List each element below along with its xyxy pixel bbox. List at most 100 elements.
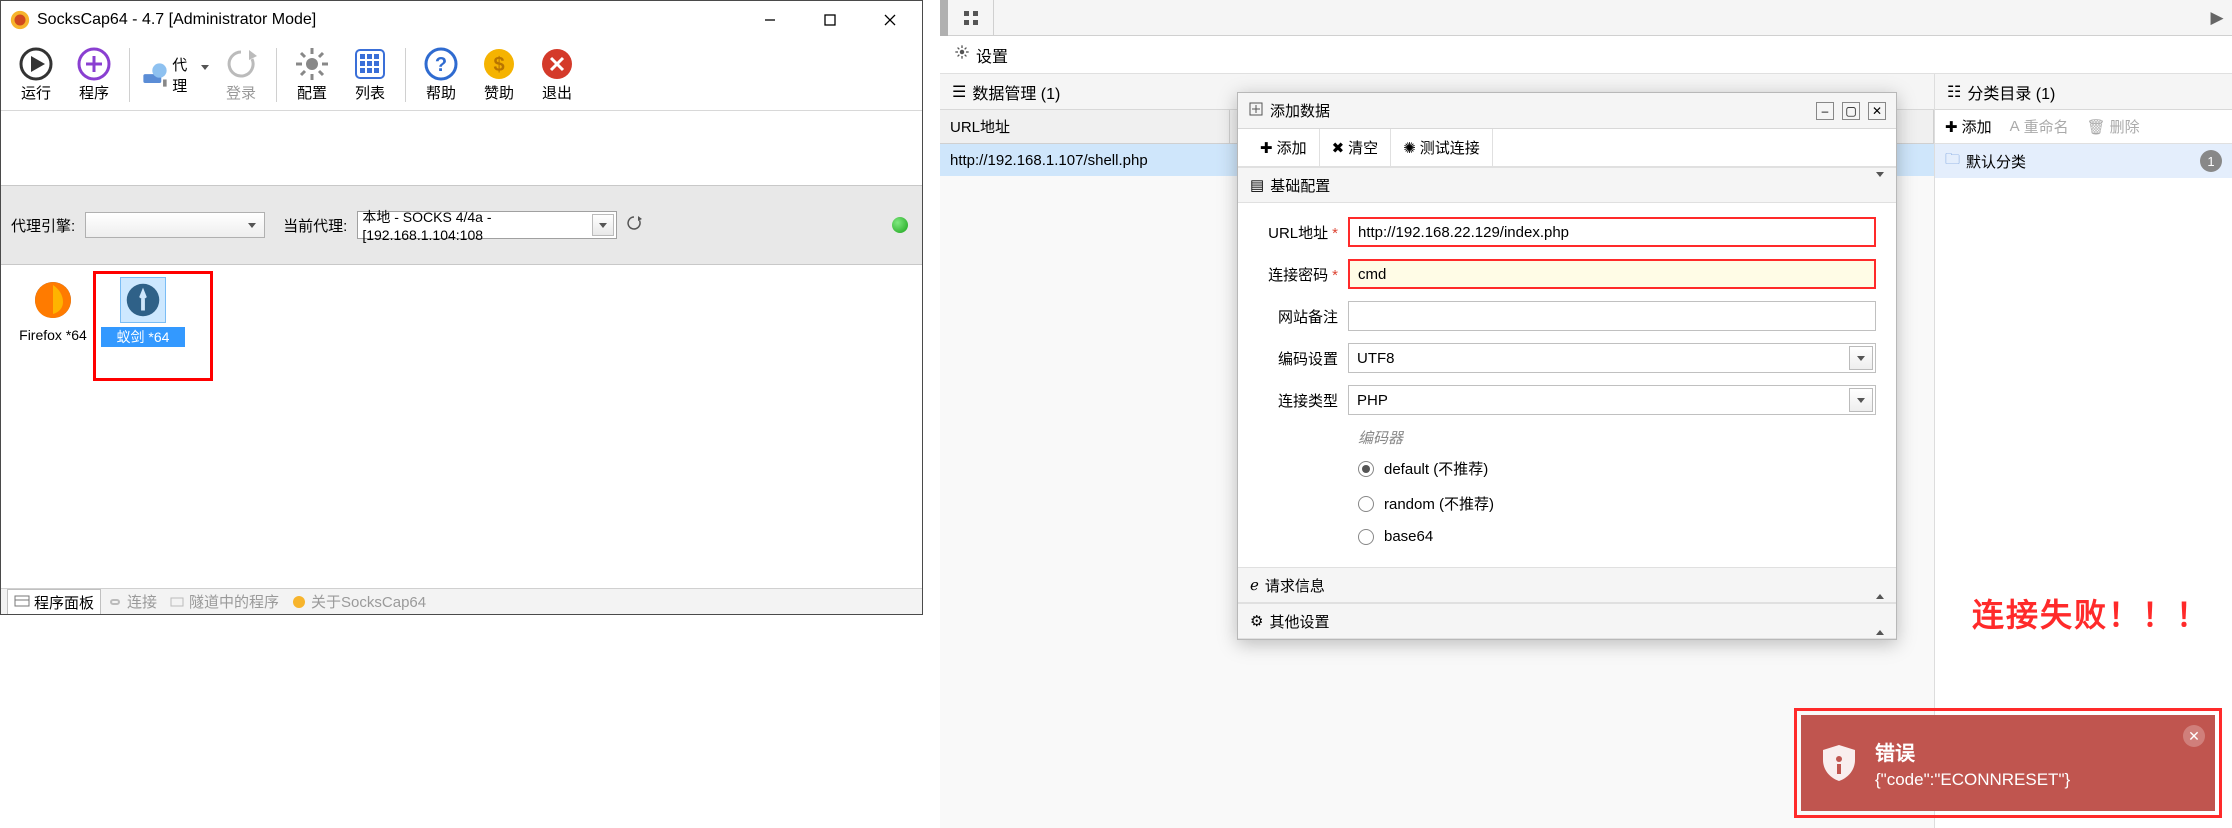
pass-value: cmd xyxy=(1358,266,1386,283)
list-button[interactable]: 列表 xyxy=(343,42,397,108)
minimize-button[interactable] xyxy=(740,1,800,39)
sockscap-window: SocksCap64 - 4.7 [Administrator Mode] 运行… xyxy=(0,0,923,615)
run-button[interactable]: 运行 xyxy=(9,42,63,108)
test-button[interactable]: ✺测试连接 xyxy=(1391,129,1493,166)
panel-header[interactable]: ☷ 分类目录 (1) xyxy=(1935,74,2232,110)
radio-default[interactable]: default (不推荐) xyxy=(1358,458,1876,479)
gear-icon xyxy=(954,44,970,65)
delete-category-button[interactable]: 🗑删除 xyxy=(2087,116,2140,137)
proxy-icon xyxy=(138,57,170,93)
dialog-titlebar[interactable]: 添加数据 – ▢ ✕ xyxy=(1238,93,1896,129)
run-label: 运行 xyxy=(21,82,51,103)
about-icon xyxy=(291,594,307,610)
password-input[interactable]: cmd xyxy=(1348,259,1876,289)
login-label: 登录 xyxy=(226,82,256,103)
form-basic: URL地址* http://192.168.22.129/index.php 连… xyxy=(1238,203,1896,567)
section-other[interactable]: ⚙ 其他设置 xyxy=(1238,603,1896,639)
titlebar[interactable]: SocksCap64 - 4.7 [Administrator Mode] xyxy=(1,1,922,39)
error-toast[interactable]: 错误 {"code":"ECONNRESET"} ✕ xyxy=(1801,715,2215,811)
proxy-button[interactable]: 代理 xyxy=(138,42,210,108)
top-toolbar: ▶ xyxy=(940,0,2232,36)
list-icon: ☰ xyxy=(952,82,966,102)
encoding-select[interactable]: UTF8 xyxy=(1348,343,1876,373)
grid-icon xyxy=(962,9,980,27)
list-label: 列表 xyxy=(355,82,385,103)
chevron-down-icon xyxy=(1849,388,1873,412)
tab-label: 程序面板 xyxy=(34,592,94,613)
shield-icon xyxy=(1817,741,1861,785)
radio-label: default (不推荐) xyxy=(1384,458,1488,479)
section-basic[interactable]: ▤ 基础配置 xyxy=(1238,167,1896,203)
type-select[interactable]: PHP xyxy=(1348,385,1876,415)
add-data-dialog[interactable]: 添加数据 – ▢ ✕ ✚添加 ✖清空 ✺测试连接 ▤ 基础配置 xyxy=(1237,92,1897,640)
panel-toolbar: ✚添加 A重命名 🗑删除 xyxy=(1935,110,2232,144)
note-input[interactable] xyxy=(1348,301,1876,331)
dialog-maximize[interactable]: ▢ xyxy=(1842,102,1860,120)
program-label: 程序 xyxy=(79,82,109,103)
section-request[interactable]: ℯ 请求信息 xyxy=(1238,567,1896,603)
refresh-icon[interactable] xyxy=(625,214,643,236)
window-title: SocksCap64 - 4.7 [Administrator Mode] xyxy=(37,11,740,29)
engine-label: 代理引擎: xyxy=(11,215,75,236)
chevron-up-icon xyxy=(1876,613,1884,630)
plus-icon xyxy=(76,46,112,82)
toast-close[interactable]: ✕ xyxy=(2183,725,2205,747)
panel-title: 数据管理 (1) xyxy=(972,80,1060,104)
help-icon: ? xyxy=(423,46,459,82)
exit-button[interactable]: 退出 xyxy=(530,42,584,108)
close-button[interactable] xyxy=(860,1,920,39)
program-grid[interactable]: Firefox *64 蚁剑 *64 xyxy=(1,265,922,555)
home-button[interactable] xyxy=(948,0,994,35)
donate-button[interactable]: $ 赞助 xyxy=(472,42,526,108)
annotation-box: 错误 {"code":"ECONNRESET"} ✕ xyxy=(1794,708,2222,818)
category-row[interactable]: 🗀 默认分类 1 xyxy=(1935,144,2232,178)
rename-category-button[interactable]: A重命名 xyxy=(2010,116,2069,137)
current-proxy-select[interactable]: 本地 - SOCKS 4/4a - [192.168.1.104:108 xyxy=(357,211,617,239)
test-label: 测试连接 xyxy=(1420,137,1480,158)
drag-handle[interactable] xyxy=(940,0,948,36)
tab-tunnel[interactable]: 隧道中的程序 xyxy=(163,589,285,614)
scroll-right-button[interactable]: ▶ xyxy=(2202,0,2232,35)
chevron-down-icon xyxy=(592,214,614,236)
antsword-window: ▶ 设置 ☰ 数据管理 (1) URL地址 IP地 http://192.168… xyxy=(940,0,2232,828)
help-button[interactable]: ? 帮助 xyxy=(414,42,468,108)
col-url[interactable]: URL地址 xyxy=(940,110,1230,143)
proxy-label: 代理 xyxy=(172,54,199,96)
current-label: 当前代理: xyxy=(283,215,347,236)
plus-icon: ✚ xyxy=(1945,118,1958,136)
program-button[interactable]: 程序 xyxy=(67,42,121,108)
maximize-button[interactable] xyxy=(800,1,860,39)
close-icon: ✖ xyxy=(1332,139,1345,157)
program-item-firefox[interactable]: Firefox *64 xyxy=(11,277,95,343)
chevron-up-icon xyxy=(1876,577,1884,594)
new-icon xyxy=(1248,101,1264,121)
dialog-minimize[interactable]: – xyxy=(1816,102,1834,120)
radio-base64[interactable]: base64 xyxy=(1358,528,1876,545)
firefox-icon xyxy=(30,277,76,323)
type-label: 连接类型 xyxy=(1278,393,1338,410)
add-category-button[interactable]: ✚添加 xyxy=(1945,116,1992,137)
tab-about[interactable]: 关于SocksCap64 xyxy=(285,589,432,614)
svg-text:$: $ xyxy=(493,54,504,76)
app-icon xyxy=(9,9,31,31)
login-button[interactable]: 登录 xyxy=(214,42,268,108)
tab-panel[interactable]: 程序面板 xyxy=(7,589,101,614)
clear-button[interactable]: ✖清空 xyxy=(1320,129,1392,166)
chevron-down-icon xyxy=(1849,346,1873,370)
link-icon xyxy=(107,594,123,610)
url-input[interactable]: http://192.168.22.129/index.php xyxy=(1348,217,1876,247)
settings-bar[interactable]: 设置 xyxy=(940,36,2232,74)
dialog-close[interactable]: ✕ xyxy=(1868,102,1886,120)
clear-label: 清空 xyxy=(1348,137,1378,158)
radio-random[interactable]: random (不推荐) xyxy=(1358,493,1876,514)
tab-connections[interactable]: 连接 xyxy=(101,589,163,614)
data-manager-panel: ☰ 数据管理 (1) URL地址 IP地 http://192.168.1.10… xyxy=(940,74,1935,828)
file-icon: ▤ xyxy=(1250,176,1264,194)
engine-select[interactable] xyxy=(85,212,265,238)
toast-body: {"code":"ECONNRESET"} xyxy=(1875,770,2070,790)
panel-title: 分类目录 (1) xyxy=(1967,80,2055,104)
config-button[interactable]: 配置 xyxy=(285,42,339,108)
add-button[interactable]: ✚添加 xyxy=(1248,129,1320,166)
radio-icon xyxy=(1358,461,1374,477)
program-item-antsword[interactable]: 蚁剑 *64 xyxy=(101,277,185,347)
